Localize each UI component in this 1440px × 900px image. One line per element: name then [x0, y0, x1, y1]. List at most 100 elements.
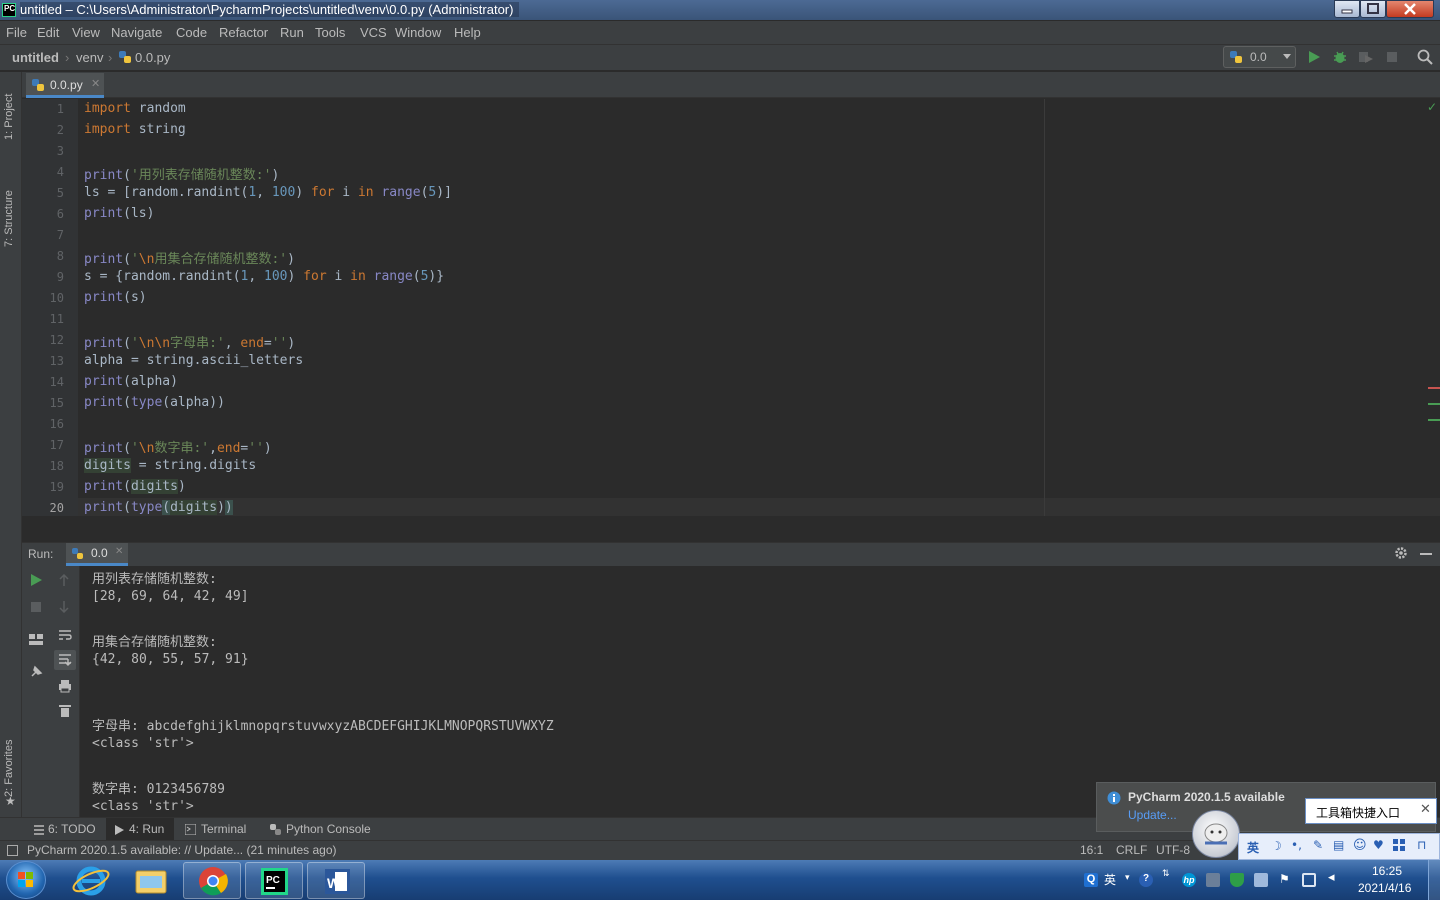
editor-tab-0-0-py[interactable]: 0.0.py ✕ [26, 73, 104, 98]
caret-position[interactable]: 16:1 [1080, 843, 1103, 857]
structure-tool-tab[interactable]: 7: Structure [3, 167, 19, 247]
line-number: 11 [49, 312, 64, 326]
ime-tooltip: 工具箱快捷入口 ✕ [1305, 798, 1437, 824]
breadcrumb-file[interactable]: 0.0.py [135, 50, 170, 65]
status-message[interactable]: PyCharm 2020.1.5 available: // Update...… [27, 843, 337, 857]
wrench-icon[interactable]: ✎ [1313, 838, 1323, 852]
printer-tray-icon[interactable] [1206, 873, 1220, 887]
qq-input-icon[interactable]: Q [1084, 873, 1098, 887]
tray-language-indicator[interactable]: 英 [1104, 871, 1116, 888]
run-configuration-select[interactable]: 0.0 [1223, 46, 1296, 68]
taskbar-explorer-icon[interactable] [122, 862, 180, 899]
flag-icon[interactable]: ⚑ [1279, 872, 1290, 886]
code-line: print('用列表存储随机整数:') [84, 168, 280, 183]
print-icon[interactable] [58, 679, 72, 693]
line-number: 1 [56, 102, 64, 116]
pin-icon[interactable] [29, 665, 43, 679]
clock-date[interactable]: 2021/4/16 [1358, 881, 1411, 895]
menu-view[interactable]: View [72, 25, 100, 40]
breadcrumb-folder[interactable]: venv [76, 50, 103, 65]
tool-window-toggle-icon[interactable] [7, 845, 18, 856]
menu-vcs[interactable]: VCS [360, 25, 387, 40]
clock-time[interactable]: 16:25 [1372, 864, 1402, 878]
search-icon[interactable] [1417, 49, 1433, 65]
shield-icon[interactable] [1230, 873, 1244, 887]
update-link[interactable]: Update... [1128, 808, 1177, 822]
show-desktop-button[interactable] [1428, 860, 1440, 900]
todo-icon [34, 825, 44, 835]
stop-icon[interactable] [31, 602, 41, 612]
gear-icon[interactable] [1394, 546, 1408, 560]
ime-language-toggle[interactable]: 英 [1247, 839, 1259, 856]
chevron-down-icon[interactable]: ▾ [1125, 873, 1130, 883]
menu-code[interactable]: Code [176, 25, 207, 40]
menu-tools[interactable]: Tools [315, 25, 345, 40]
volume-icon[interactable]: ◂ [1328, 870, 1335, 885]
favorites-tool-tab[interactable]: 2: Favorites [3, 727, 19, 797]
line-number: 17 [49, 438, 64, 452]
star-icon: ★ [5, 794, 16, 808]
breadcrumb-project[interactable]: untitled [12, 50, 59, 65]
panel-splitter[interactable] [22, 516, 1440, 542]
debug-button[interactable] [1333, 50, 1347, 64]
menu-file[interactable]: File [6, 25, 27, 40]
python-file-icon [119, 51, 132, 64]
run-bottom-tab[interactable]: 4: Run [106, 818, 174, 841]
menu-edit[interactable]: Edit [37, 25, 59, 40]
python-console-tab[interactable]: Python Console [286, 822, 371, 836]
file-encoding[interactable]: UTF-8 [1156, 843, 1190, 857]
close-tab-icon[interactable]: ✕ [115, 546, 123, 557]
hp-icon[interactable]: hp [1182, 873, 1196, 887]
start-button[interactable] [6, 861, 46, 899]
taskbar-word-icon[interactable]: W [307, 862, 365, 899]
tray-arrows-icon[interactable]: ⇅ [1162, 869, 1170, 879]
taskbar-pycharm-icon[interactable]: PC [245, 862, 303, 899]
punctuation-icon[interactable]: •, [1291, 838, 1302, 852]
close-tab-icon[interactable]: ✕ [91, 77, 100, 90]
maximize-button[interactable] [1360, 0, 1386, 18]
monitor-tray-icon[interactable] [1254, 873, 1268, 887]
menu-refactor[interactable]: Refactor [219, 25, 268, 40]
down-arrow-icon[interactable] [58, 601, 70, 613]
ime-toolbar[interactable]: 英 ☽ •, ✎ ▤ ☺ ♥ ⊓ [1238, 833, 1440, 860]
emoji-icon[interactable]: ☺ [1353, 838, 1367, 853]
menu-run[interactable]: Run [280, 25, 304, 40]
menu-window[interactable]: Window [395, 25, 441, 40]
ime-mascot-icon[interactable] [1192, 810, 1240, 858]
close-icon[interactable]: ✕ [1420, 802, 1431, 817]
console-output[interactable]: 用列表存储随机整数: [28, 69, 64, 42, 49] 用集合存储随机整… [80, 566, 1440, 817]
skin-icon[interactable]: ♥ [1373, 838, 1384, 852]
taskbar-ie-icon[interactable] [62, 862, 120, 899]
trash-icon[interactable] [59, 704, 71, 718]
minimize-button[interactable] [1334, 0, 1360, 18]
help-icon[interactable]: ? [1139, 873, 1153, 887]
moon-icon[interactable]: ☽ [1271, 839, 1282, 853]
run-with-coverage-button[interactable] [1358, 50, 1374, 64]
up-arrow-icon[interactable] [58, 574, 70, 586]
close-window-button[interactable] [1386, 0, 1434, 18]
project-tool-tab[interactable]: 1: Project [3, 80, 19, 140]
grid-icon[interactable] [1393, 839, 1406, 852]
change-stripe-mark [1428, 419, 1440, 421]
code-editor[interactable]: import random import string print('用列表存储… [84, 99, 1084, 516]
line-number: 5 [56, 186, 64, 200]
minimize-panel-icon[interactable] [1420, 553, 1432, 555]
menu-help[interactable]: Help [454, 25, 481, 40]
menu-navigate[interactable]: Navigate [111, 25, 162, 40]
layout-icon[interactable] [29, 634, 43, 646]
lock-icon[interactable]: ⊓ [1417, 838, 1426, 852]
scroll-to-end-button[interactable] [54, 650, 76, 670]
network-icon[interactable] [1302, 873, 1316, 887]
clipboard-icon[interactable]: ▤ [1333, 838, 1344, 852]
todo-tab[interactable]: 6: TODO [48, 822, 96, 836]
soft-wrap-icon[interactable] [58, 628, 72, 642]
line-separator[interactable]: CRLF [1116, 843, 1147, 857]
run-tab[interactable]: 0.0 ✕ [66, 543, 128, 566]
taskbar-chrome-icon[interactable] [183, 862, 241, 899]
stop-button[interactable] [1386, 51, 1398, 63]
rerun-icon[interactable] [30, 574, 42, 586]
chevron-down-icon [1282, 51, 1292, 61]
terminal-tab[interactable]: Terminal [201, 822, 246, 836]
code-line: s = {random.randint(1, 100) for i in ran… [84, 269, 445, 284]
run-button[interactable] [1307, 50, 1321, 64]
